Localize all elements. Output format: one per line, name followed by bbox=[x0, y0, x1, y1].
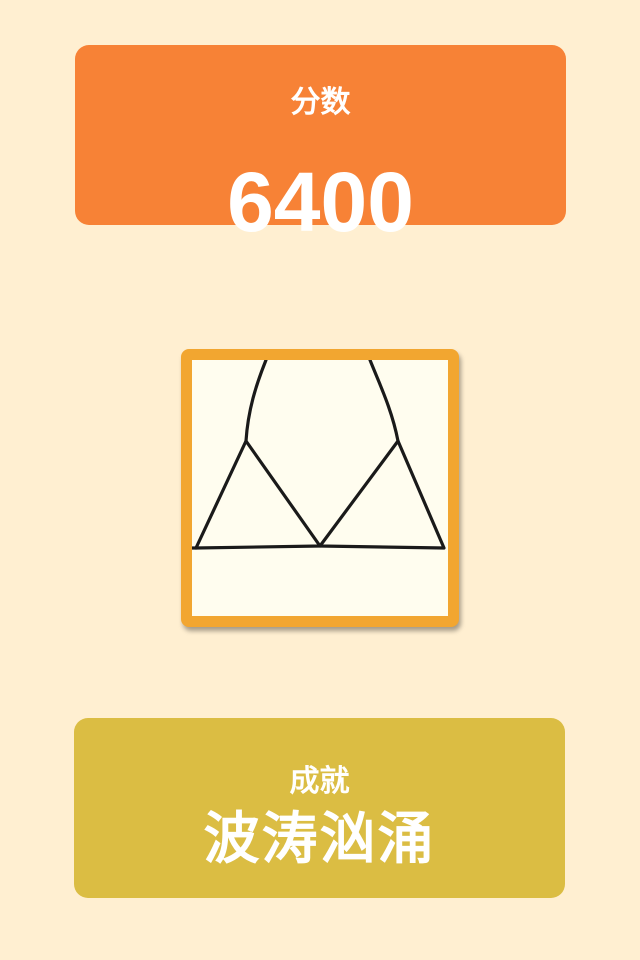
achievement-label: 成就 bbox=[289, 764, 350, 799]
picture-frame bbox=[181, 349, 459, 627]
achievement-card: 成就 波涛汹涌 bbox=[74, 718, 565, 898]
bikini-top-drawing-icon bbox=[192, 360, 448, 616]
score-label: 分数 bbox=[290, 85, 351, 120]
score-value: 6400 bbox=[227, 155, 414, 249]
drawing-paper bbox=[192, 360, 448, 616]
score-card: 分数 6400 bbox=[75, 45, 566, 249]
achievement-title: 波涛汹涌 bbox=[203, 807, 436, 872]
